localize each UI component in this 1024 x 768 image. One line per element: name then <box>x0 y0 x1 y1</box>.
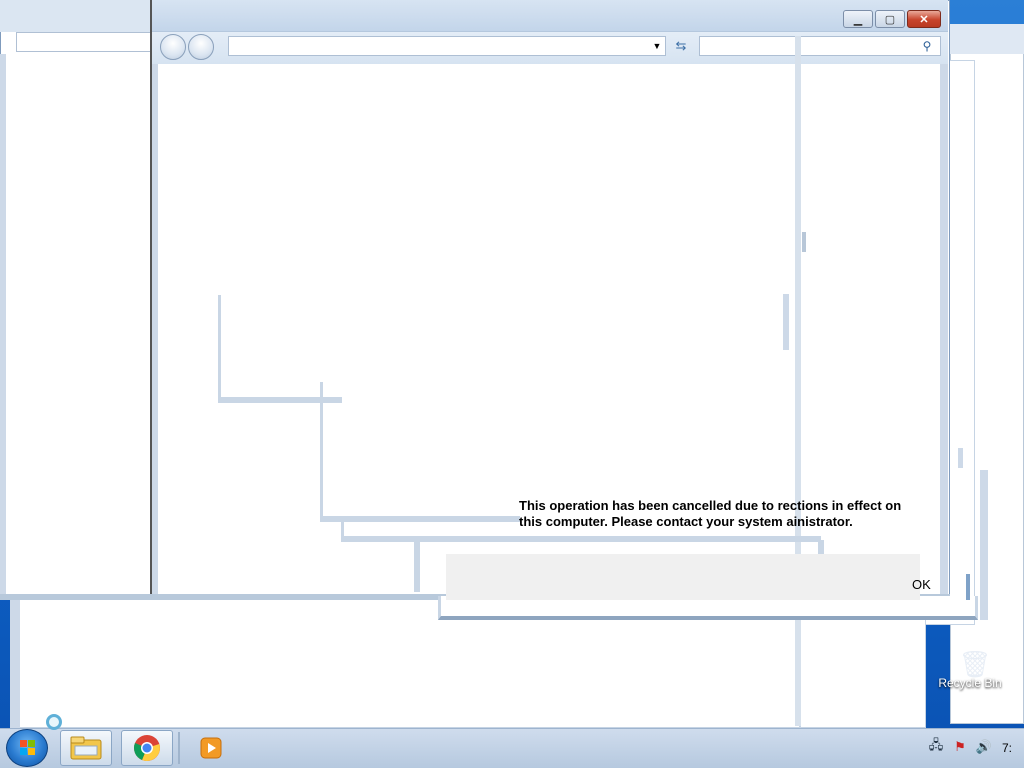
refresh-button[interactable]: ⇆ <box>670 36 692 56</box>
clock[interactable]: 7: <box>1002 741 1022 757</box>
dialog-button-area <box>446 554 920 600</box>
chrome-taskbar-button[interactable] <box>121 730 173 766</box>
window-edge <box>0 54 6 600</box>
chevron-down-icon[interactable]: ▼ <box>650 38 664 54</box>
media-player-taskbar-button[interactable] <box>196 734 226 762</box>
ok-button[interactable]: OK <box>912 577 942 595</box>
window-edge <box>795 36 801 726</box>
close-button[interactable]: ✕ <box>907 10 941 28</box>
windows-start-icon <box>20 740 35 755</box>
minimize-button[interactable]: ▁ <box>843 10 873 28</box>
maximize-icon: ▢ <box>884 13 896 26</box>
close-icon: ✕ <box>919 13 929 26</box>
volume-icon[interactable]: 🔊 <box>975 738 993 756</box>
background-window-titlebar <box>950 24 1024 54</box>
action-center-icon[interactable]: ⚑ <box>951 738 969 756</box>
dialog-message: This operation has been cancelled due to… <box>519 498 902 529</box>
busy-cursor-icon <box>46 714 62 730</box>
left-window-input[interactable] <box>16 32 152 52</box>
chrome-icon <box>134 735 160 761</box>
start-button[interactable] <box>6 729 48 767</box>
file-explorer-taskbar-button[interactable] <box>60 730 112 766</box>
media-player-icon <box>200 737 222 759</box>
window-edge <box>783 294 789 350</box>
forward-button[interactable] <box>188 34 214 60</box>
address-bar[interactable] <box>228 36 666 56</box>
refresh-icon: ⇆ <box>675 38 687 53</box>
window-titlebar[interactable] <box>152 0 948 32</box>
back-button[interactable] <box>160 34 186 60</box>
window-edge <box>152 64 158 594</box>
minimize-icon: ▁ <box>853 13 863 26</box>
window-edge <box>980 470 988 620</box>
window-edge <box>10 600 20 728</box>
taskbar-separator <box>178 732 180 764</box>
dialog-ghost-frame <box>320 382 520 522</box>
window-edge <box>802 232 806 252</box>
window-edge <box>958 448 963 468</box>
search-input[interactable] <box>699 36 941 56</box>
ok-button-edge <box>966 574 970 600</box>
left-window-titlebar <box>0 0 152 32</box>
maximize-button[interactable]: ▢ <box>875 10 905 28</box>
network-icon[interactable]: 🖧 <box>927 737 945 756</box>
search-icon[interactable]: ⚲ <box>918 38 936 54</box>
file-explorer-icon <box>70 736 102 760</box>
recycle-bin-label[interactable]: Recycle Bin <box>930 676 1010 692</box>
